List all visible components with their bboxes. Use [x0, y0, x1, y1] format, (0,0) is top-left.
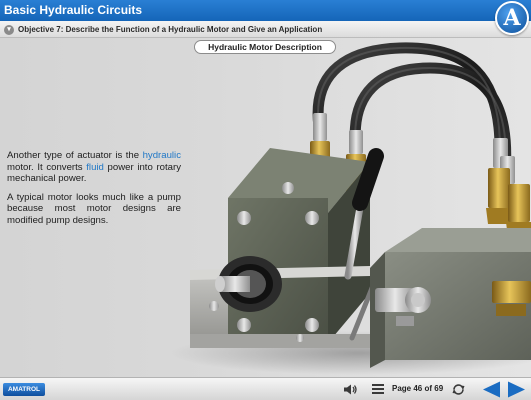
chevron-down-icon[interactable]: ▾ — [4, 25, 14, 35]
paragraph-2: A typical motor looks much like a pump b… — [7, 191, 181, 226]
speaker-icon[interactable] — [343, 383, 357, 396]
bottom-toolbar: AMATROL Page 46 of 69 — [0, 377, 531, 400]
back-arrow-icon[interactable] — [482, 381, 501, 398]
reload-icon[interactable] — [451, 382, 466, 397]
slide-content: Hydraulic Motor Description Another type… — [0, 38, 531, 377]
text-span: motor. It converts — [7, 161, 87, 173]
app-title: Basic Hydraulic Circuits — [4, 3, 143, 17]
app-title-bar: Basic Hydraulic Circuits — [0, 0, 531, 21]
slide-text: Another type of actuator is the hydrauli… — [7, 150, 181, 233]
objective-title: Objective 7: Describe the Function of a … — [18, 25, 323, 34]
hamburger-menu-icon[interactable] — [371, 383, 385, 395]
slide-heading: Hydraulic Motor Description — [194, 40, 336, 54]
objective-bar[interactable]: ▾ Objective 7: Describe the Function of … — [0, 21, 531, 38]
paragraph-1: Another type of actuator is the hydrauli… — [7, 150, 181, 185]
next-arrow-icon[interactable] — [507, 381, 526, 398]
amatrol-a-logo-icon: A — [495, 1, 529, 35]
text-span: Another type of actuator is the — [7, 150, 143, 161]
hydraulic-motor-illustration — [170, 42, 531, 375]
amatrol-logo: AMATROL — [3, 383, 45, 396]
page-indicator: Page 46 of 69 — [392, 384, 444, 393]
keyword-link-fluid[interactable]: fluid — [86, 162, 104, 173]
